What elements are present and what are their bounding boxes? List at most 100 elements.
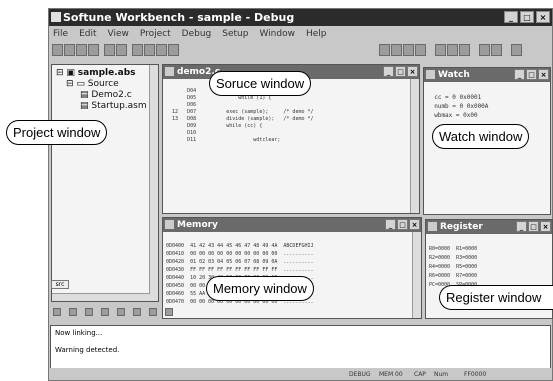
toolbar xyxy=(49,42,552,59)
menu-setup[interactable]: Setup xyxy=(222,27,248,41)
memory-row: 0D0430 FF FF FF FF FF FF FF FF FF FF ...… xyxy=(166,267,314,273)
watch-entry[interactable]: cc = 0 0x0001 xyxy=(427,94,481,101)
copy-icon[interactable] xyxy=(104,44,115,56)
register-row: R0=0000 R1=0000 xyxy=(429,246,478,252)
project-folder[interactable]: ⊟ ▭ Source xyxy=(56,79,154,90)
code-line: D11 wdtclear; xyxy=(166,137,281,143)
app-icon xyxy=(51,12,61,22)
radio-icon[interactable] xyxy=(133,308,141,316)
window-title: Softune Workbench - sample - Debug xyxy=(63,11,295,24)
app-window: Softune Workbench - sample - Debug _ □ ×… xyxy=(48,8,553,381)
paste-icon[interactable] xyxy=(116,44,127,56)
status-address: FF0000 xyxy=(464,371,487,378)
status-caps: CAP xyxy=(414,371,426,378)
minimize-button[interactable]: _ xyxy=(514,69,525,80)
menu-view[interactable]: View xyxy=(108,27,129,41)
radio-icon[interactable] xyxy=(85,308,93,316)
project-file[interactable]: ▤ Startup.asm xyxy=(56,101,154,112)
project-scrollbar[interactable] xyxy=(149,65,158,301)
maximize-button[interactable]: □ xyxy=(395,66,406,77)
source-window-callout: Soruce window xyxy=(209,71,312,96)
run-icon[interactable] xyxy=(379,44,390,56)
status-num: Num xyxy=(434,371,449,378)
memory-window-titlebar[interactable]: Memory _ □ × xyxy=(163,218,421,232)
menu-help[interactable]: Help xyxy=(306,27,327,41)
maximize-button[interactable]: □ xyxy=(528,221,539,232)
save-icon[interactable] xyxy=(76,44,87,56)
close-button[interactable]: × xyxy=(407,66,418,77)
watch-icon xyxy=(426,70,435,79)
output-line: Now linking... xyxy=(55,329,103,337)
step-over-icon[interactable] xyxy=(403,44,414,56)
maximize-button[interactable]: □ xyxy=(526,69,537,80)
menu-edit[interactable]: Edit xyxy=(79,27,96,41)
close-button[interactable]: × xyxy=(538,69,549,80)
reset-icon[interactable] xyxy=(491,44,502,56)
memory-row: 0D0400 41 42 43 44 45 46 47 48 49 4A ABC… xyxy=(166,243,314,249)
memory-row: 0D0410 00 00 00 00 00 00 00 00 00 00 ...… xyxy=(166,251,314,257)
help-icon[interactable] xyxy=(511,44,522,56)
watch-window-callout: Watch window xyxy=(432,124,530,149)
code-line: 12 D07 exec (sample); /* demo */ xyxy=(166,109,314,115)
status-mode: DEBUG xyxy=(349,371,371,378)
step-into-icon[interactable] xyxy=(391,44,402,56)
register-row: R6=0000 R7=0000 xyxy=(429,273,478,279)
close-button[interactable]: × xyxy=(409,219,420,230)
minimize-button[interactable]: _ xyxy=(516,221,527,232)
compile-icon[interactable] xyxy=(144,44,155,56)
menu-bar: File Edit View Project Debug Setup Windo… xyxy=(49,27,552,41)
register-window-titlebar[interactable]: Register _ □ × xyxy=(426,220,552,234)
radio-icon[interactable] xyxy=(149,308,157,316)
breakpoint-icon[interactable] xyxy=(435,44,446,56)
radio-icon[interactable] xyxy=(69,308,77,316)
memory-window-callout: Memory window xyxy=(206,276,314,301)
code-line: 13 D08 divide (sample); /* demo */ xyxy=(166,116,314,122)
status-mem: MEM 00 xyxy=(379,371,403,378)
open-file-icon[interactable] xyxy=(64,44,75,56)
project-hscrollbar[interactable] xyxy=(52,293,150,301)
menu-project[interactable]: Project xyxy=(140,27,171,41)
watch-entry[interactable]: numb = 0 0x000A xyxy=(427,103,488,110)
project-root[interactable]: ⊟ ▣ sample.abs xyxy=(56,68,154,79)
register-icon[interactable] xyxy=(479,44,490,56)
watch-icon[interactable] xyxy=(447,44,458,56)
menu-file[interactable]: File xyxy=(53,27,68,41)
build-icon[interactable] xyxy=(132,44,143,56)
memory-icon xyxy=(165,220,174,229)
maximize-button[interactable]: □ xyxy=(397,219,408,230)
maximize-button[interactable]: □ xyxy=(520,11,534,23)
output-window[interactable]: Now linking... Warning detected. xyxy=(50,325,551,369)
close-button[interactable]: × xyxy=(536,11,550,23)
project-file[interactable]: ▤ Demo2.c xyxy=(56,90,154,101)
radio-icon[interactable] xyxy=(117,308,125,316)
register-row: R2=0000 R3=0000 xyxy=(429,255,478,261)
register-icon xyxy=(428,222,437,231)
close-button[interactable]: × xyxy=(540,221,551,232)
radio-icon[interactable] xyxy=(165,308,173,316)
memory-row: 0D0420 01 02 03 04 05 06 07 08 09 0A ...… xyxy=(166,259,314,265)
status-bar: DEBUG MEM 00 CAP Num FF0000 xyxy=(49,368,552,380)
register-row: R4=0000 R5=0000 xyxy=(429,264,478,270)
watch-window-titlebar[interactable]: Watch _ □ × xyxy=(424,68,550,82)
minimize-button[interactable]: _ xyxy=(504,11,518,23)
stop-icon[interactable] xyxy=(168,44,179,56)
project-window-callout: Project window xyxy=(6,120,108,145)
minimize-button[interactable]: _ xyxy=(383,66,394,77)
register-window-callout: Register window xyxy=(439,285,553,310)
menu-window[interactable]: Window xyxy=(259,27,295,41)
document-icon xyxy=(165,67,174,76)
memory-icon[interactable] xyxy=(459,44,470,56)
radio-icon[interactable] xyxy=(101,308,109,316)
new-file-icon[interactable] xyxy=(52,44,63,56)
step-out-icon[interactable] xyxy=(415,44,426,56)
source-scrollbar[interactable] xyxy=(410,79,419,213)
radio-icon[interactable] xyxy=(53,308,61,316)
project-tab[interactable]: src xyxy=(51,280,69,289)
code-line: D06 xyxy=(166,102,197,108)
minimize-button[interactable]: _ xyxy=(385,219,396,230)
watch-entry[interactable]: wbmax = 0x00 xyxy=(427,112,477,119)
menu-debug[interactable]: Debug xyxy=(182,27,212,41)
cut-icon[interactable] xyxy=(88,44,99,56)
link-icon[interactable] xyxy=(156,44,167,56)
